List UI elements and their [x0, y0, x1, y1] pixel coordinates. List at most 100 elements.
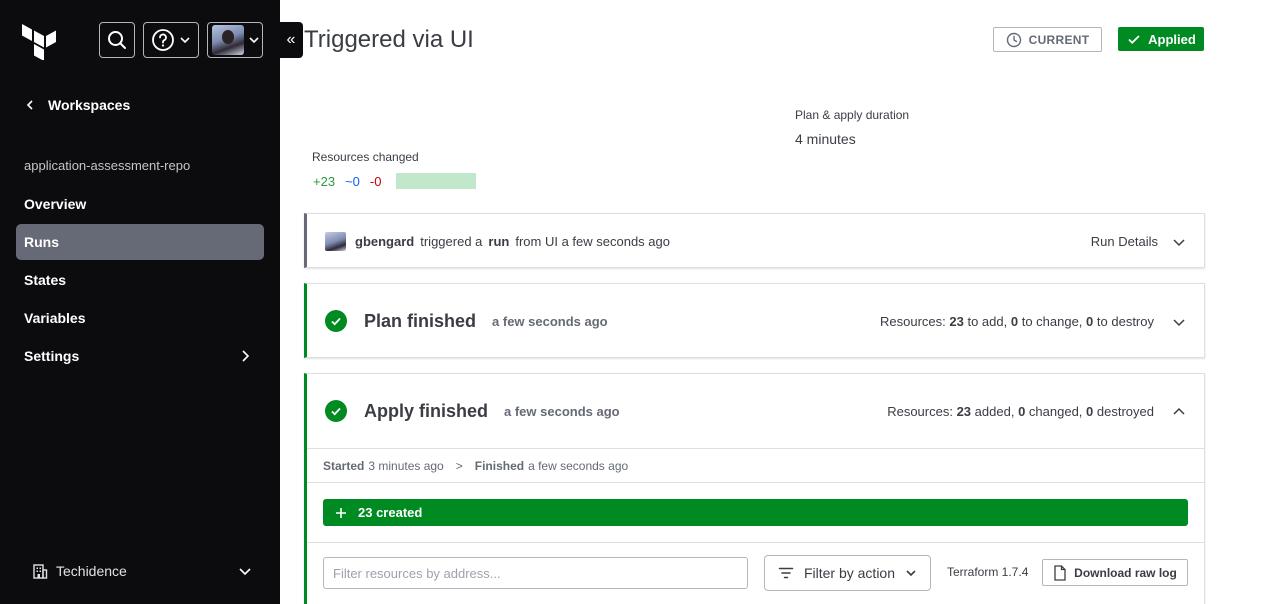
plan-destroy-label: to destroy — [1096, 314, 1154, 329]
chevron-down-icon — [906, 570, 916, 577]
created-label: 23 created — [358, 505, 423, 520]
nav-item-label: Settings — [24, 348, 80, 364]
resources-changed-counts: +23 ~0 -0 — [313, 174, 381, 189]
nav-item-label: Variables — [24, 310, 86, 326]
download-raw-log-label: Download raw log — [1074, 565, 1177, 580]
resources-prefix: Resources: — [879, 314, 946, 329]
nav-item-overview[interactable]: Overview — [16, 186, 264, 222]
plan-change-label: to change, — [1021, 314, 1083, 329]
current-label: CURRENT — [1028, 32, 1090, 47]
trigger-info: gbengard triggered a run from UI a few s… — [325, 232, 670, 251]
help-icon — [152, 29, 174, 51]
apply-title: Apply finished — [364, 400, 489, 421]
plan-card[interactable]: Plan finished a few seconds ago Resource… — [304, 283, 1205, 358]
added-count: +23 — [313, 174, 336, 189]
search-icon — [108, 31, 126, 49]
resources-prefix: Resources: — [887, 404, 953, 419]
chevron-down-icon — [180, 37, 190, 44]
duration-label: Plan & apply duration — [795, 108, 910, 122]
check-icon — [1128, 35, 1140, 44]
status-badge: Applied — [1118, 27, 1204, 51]
back-link-label: Workspaces — [48, 97, 131, 113]
terraform-logo[interactable] — [20, 20, 60, 60]
user-menu-button[interactable] — [207, 22, 263, 58]
run-details-toggle[interactable]: Run Details — [1091, 234, 1186, 249]
sidebar: Workspaces application-assessment-repo O… — [0, 0, 280, 604]
apply-destroyed-count: 0 — [1086, 404, 1094, 419]
download-raw-log-button[interactable]: Download raw log — [1042, 559, 1188, 586]
run-details-label: Run Details — [1090, 234, 1158, 249]
nav-item-label: Overview — [24, 196, 87, 212]
search-button[interactable] — [99, 22, 135, 58]
divider — [307, 542, 1204, 543]
nav-item-states[interactable]: States — [16, 262, 264, 298]
started-time: 3 minutes ago — [368, 459, 444, 473]
nav-item-runs[interactable]: Runs — [16, 224, 264, 260]
nav-item-label: Runs — [24, 234, 59, 250]
filter-by-action-label: Filter by action — [803, 565, 896, 581]
workspaces-back-link[interactable]: Workspaces — [24, 97, 130, 113]
help-menu-button[interactable] — [143, 22, 199, 58]
nav-item-label: States — [24, 272, 67, 288]
apply-added-label: added, — [974, 404, 1015, 419]
resources-changed-bar — [396, 173, 476, 189]
plan-add-label: to add, — [967, 314, 1008, 329]
apply-resources: Resources: 23 added, 0 changed, 0 destro… — [887, 404, 1186, 419]
status-label: Applied — [1148, 31, 1196, 47]
trigger-text: triggered a — [420, 234, 483, 249]
avatar — [325, 232, 346, 251]
changed-count: ~0 — [345, 174, 360, 189]
chevron-up-icon[interactable] — [1172, 405, 1186, 419]
nav-item-variables[interactable]: Variables — [16, 300, 264, 336]
avatar — [212, 25, 244, 55]
collapse-sidebar-button[interactable]: « — [279, 22, 303, 58]
filter-by-action-button[interactable]: Filter by action — [764, 555, 931, 591]
chevron-left-icon — [26, 100, 33, 110]
plan-time: a few seconds ago — [492, 313, 608, 329]
resources-changed-label: Resources changed — [312, 150, 419, 164]
plus-icon — [336, 507, 346, 518]
finished-time: a few seconds ago — [528, 459, 629, 473]
check-circle-icon — [325, 400, 347, 422]
chevrons-left-icon: « — [286, 31, 296, 48]
finished-label: Finished — [474, 459, 525, 473]
clock-icon — [1006, 32, 1021, 47]
apply-destroyed-label: destroyed — [1096, 404, 1154, 419]
plan-add-count: 23 — [949, 314, 964, 329]
org-switcher[interactable]: Techidence — [32, 563, 252, 579]
apply-added-count: 23 — [956, 404, 972, 419]
plan-resources-summary: Resources: 23 to add, 0 to change, 0 to … — [880, 314, 1154, 329]
filter-resources-input[interactable] — [323, 557, 748, 589]
page-title: Triggered via UI — [304, 26, 474, 53]
chevron-down-icon — [239, 568, 251, 576]
apply-resources-summary: Resources: 23 added, 0 changed, 0 destro… — [887, 404, 1154, 419]
chevron-right-icon — [242, 350, 250, 362]
chevron-down-icon — [249, 37, 259, 44]
terraform-version: Terraform 1.7.4 — [947, 565, 1029, 579]
workspace-name: application-assessment-repo — [24, 158, 191, 173]
trigger-user[interactable]: gbengard — [355, 234, 414, 249]
chevron-down-icon — [1173, 238, 1185, 246]
duration-value: 4 minutes — [795, 131, 856, 147]
run-word: run — [488, 234, 510, 249]
apply-status: Apply finished a few seconds ago — [325, 400, 620, 422]
filter-icon — [778, 567, 794, 579]
plan-title: Plan finished — [364, 310, 477, 331]
chevron-down-icon[interactable] — [1172, 315, 1186, 329]
file-icon — [1054, 564, 1066, 581]
building-icon — [33, 564, 48, 579]
timeline-separator: > — [455, 459, 463, 473]
org-name-label: Techidence — [56, 563, 127, 579]
apply-changed-label: changed, — [1028, 404, 1083, 419]
created-resources-bar[interactable]: 23 created — [323, 499, 1188, 526]
trigger-card: gbengard triggered a run from UI a few s… — [304, 213, 1205, 268]
apply-changed-count: 0 — [1018, 404, 1026, 419]
nav-item-settings[interactable]: Settings — [16, 338, 264, 374]
destroyed-count: -0 — [369, 174, 382, 189]
trigger-source: from UI a few seconds ago — [515, 234, 670, 249]
current-run-button[interactable]: CURRENT — [993, 27, 1102, 52]
check-circle-icon — [325, 310, 347, 332]
plan-status: Plan finished a few seconds ago — [325, 310, 608, 332]
started-label: Started — [323, 459, 365, 473]
apply-timeline: Started 3 minutes ago > Finished a few s… — [323, 459, 628, 473]
